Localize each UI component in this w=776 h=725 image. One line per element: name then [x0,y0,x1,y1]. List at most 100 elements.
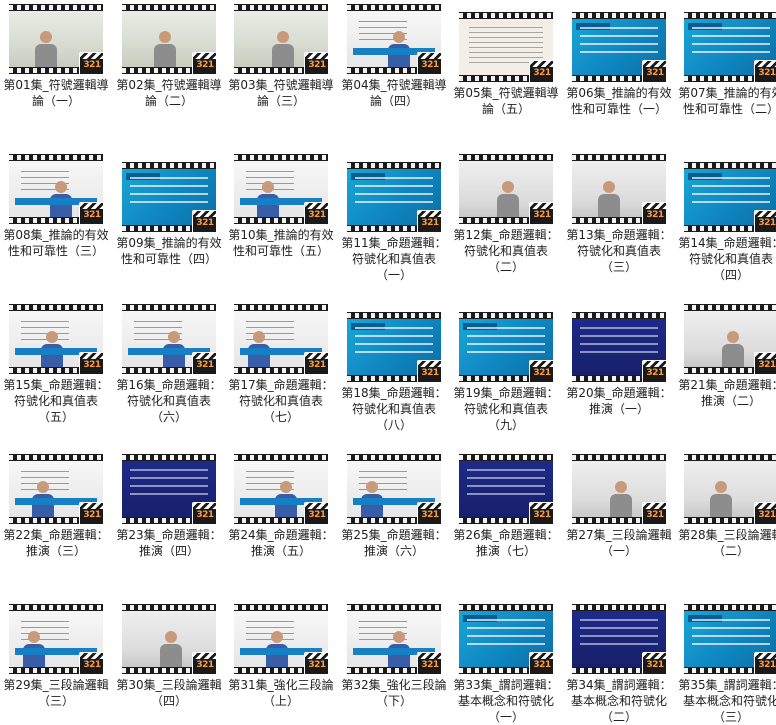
video-item[interactable]: 321 第24集_命題邏輯：推演（五） [226,454,336,559]
video-title[interactable]: 第01集_符號邏輯導論（一） [1,77,111,109]
video-title[interactable]: 第10集_推論的有效性和可靠性（五） [226,227,336,259]
video-title[interactable]: 第21集_命題邏輯：推演（二） [676,377,776,409]
video-item[interactable]: 321 第21集_命題邏輯：推演（二） [676,304,776,409]
video-title[interactable]: 第31集_強化三段論（上） [226,677,336,709]
video-thumbnail[interactable]: 321 [122,304,216,374]
video-thumbnail[interactable]: 321 [459,604,553,674]
video-thumbnail[interactable]: 321 [234,454,328,524]
video-item[interactable]: 321 第13集_命題邏輯：符號化和真值表（三） [564,154,674,275]
video-item[interactable]: 321 第03集_符號邏輯導論（三） [226,4,336,109]
video-thumbnail[interactable]: 321 [459,312,553,382]
video-title[interactable]: 第16集_命題邏輯：符號化和真值表（六） [114,377,224,425]
video-title[interactable]: 第02集_符號邏輯導論（二） [114,77,224,109]
video-thumbnail[interactable]: 321 [9,154,103,224]
video-thumbnail[interactable]: 321 [684,604,776,674]
video-thumbnail[interactable]: 321 [684,454,776,524]
video-item[interactable]: 321 第17集_命題邏輯：符號化和真值表（七） [226,304,336,425]
video-thumbnail[interactable]: 321 [122,604,216,674]
video-title[interactable]: 第32集_強化三段論（下） [339,677,449,709]
video-item[interactable]: 321 第19集_命題邏輯：符號化和真值表（九） [451,312,561,433]
video-title[interactable]: 第06集_推論的有效性和可靠性（一） [564,85,674,117]
video-thumbnail[interactable]: 321 [572,312,666,382]
video-title[interactable]: 第28集_三段論邏輯（二） [676,527,776,559]
video-item[interactable]: 321 第26集_命題邏輯：推演（七） [451,454,561,559]
video-title[interactable]: 第08集_推論的有效性和可靠性（三） [1,227,111,259]
video-item[interactable]: 321 第34集_謂詞邏輯：基本概念和符號化（二） [564,604,674,725]
video-title[interactable]: 第07集_推論的有效性和可靠性（二） [676,85,776,117]
video-thumbnail[interactable]: 321 [459,154,553,224]
video-item[interactable]: 321 第20集_命題邏輯：推演（一） [564,312,674,417]
video-title[interactable]: 第23集_命題邏輯：推演（四） [114,527,224,559]
video-title[interactable]: 第04集_符號邏輯導論（四） [339,77,449,109]
video-item[interactable]: 321 第12集_命題邏輯：符號化和真值表（二） [451,154,561,275]
video-title[interactable]: 第17集_命題邏輯：符號化和真值表（七） [226,377,336,425]
video-title[interactable]: 第14集_命題邏輯：符號化和真值表（四） [676,235,776,283]
video-item[interactable]: 321 第01集_符號邏輯導論（一） [1,4,111,109]
video-title[interactable]: 第24集_命題邏輯：推演（五） [226,527,336,559]
video-thumbnail[interactable]: 321 [347,454,441,524]
video-item[interactable]: 321 第29集_三段論邏輯（三） [1,604,111,709]
video-item[interactable]: 321 第09集_推論的有效性和可靠性（四） [114,162,224,267]
video-title[interactable]: 第11集_命題邏輯：符號化和真值表（一） [339,235,449,283]
video-thumbnail[interactable]: 321 [122,4,216,74]
video-item[interactable]: 321 第28集_三段論邏輯（二） [676,454,776,559]
video-title[interactable]: 第27集_三段論邏輯（一） [564,527,674,559]
video-item[interactable]: 321 第15集_命題邏輯：符號化和真值表（五） [1,304,111,425]
video-title[interactable]: 第05集_符號邏輯導論（五） [451,85,561,117]
video-item[interactable]: 321 第07集_推論的有效性和可靠性（二） [676,12,776,117]
video-item[interactable]: 321 第23集_命題邏輯：推演（四） [114,454,224,559]
video-thumbnail[interactable]: 321 [684,304,776,374]
video-thumbnail[interactable]: 321 [347,312,441,382]
video-item[interactable]: 321 第25集_命題邏輯：推演（六） [339,454,449,559]
video-item[interactable]: 321 第33集_謂詞邏輯：基本概念和符號化（一） [451,604,561,725]
video-title[interactable]: 第03集_符號邏輯導論（三） [226,77,336,109]
video-title[interactable]: 第18集_命題邏輯：符號化和真值表（八） [339,385,449,433]
video-title[interactable]: 第29集_三段論邏輯（三） [1,677,111,709]
video-thumbnail[interactable]: 321 [234,604,328,674]
video-thumbnail[interactable]: 321 [572,154,666,224]
video-title[interactable]: 第34集_謂詞邏輯：基本概念和符號化（二） [564,677,674,725]
video-item[interactable]: 321 第31集_強化三段論（上） [226,604,336,709]
video-thumbnail[interactable]: 321 [459,12,553,82]
video-thumbnail[interactable]: 321 [122,162,216,232]
video-item[interactable]: 321 第10集_推論的有效性和可靠性（五） [226,154,336,259]
video-item[interactable]: 321 第08集_推論的有效性和可靠性（三） [1,154,111,259]
video-title[interactable]: 第33集_謂詞邏輯：基本概念和符號化（一） [451,677,561,725]
video-thumbnail[interactable]: 321 [9,304,103,374]
video-thumbnail[interactable]: 321 [9,454,103,524]
video-item[interactable]: 321 第06集_推論的有效性和可靠性（一） [564,12,674,117]
video-title[interactable]: 第30集_三段論邏輯（四） [114,677,224,709]
video-title[interactable]: 第15集_命題邏輯：符號化和真值表（五） [1,377,111,425]
video-item[interactable]: 321 第14集_命題邏輯：符號化和真值表（四） [676,162,776,283]
video-thumbnail[interactable]: 321 [347,4,441,74]
video-title[interactable]: 第09集_推論的有效性和可靠性（四） [114,235,224,267]
video-title[interactable]: 第26集_命題邏輯：推演（七） [451,527,561,559]
video-thumbnail[interactable]: 321 [459,454,553,524]
video-thumbnail[interactable]: 321 [684,162,776,232]
video-title[interactable]: 第19集_命題邏輯：符號化和真值表（九） [451,385,561,433]
video-title[interactable]: 第22集_命題邏輯：推演（三） [1,527,111,559]
video-thumbnail[interactable]: 321 [347,162,441,232]
video-thumbnail[interactable]: 321 [234,4,328,74]
video-title[interactable]: 第20集_命題邏輯：推演（一） [564,385,674,417]
video-item[interactable]: 321 第30集_三段論邏輯（四） [114,604,224,709]
video-item[interactable]: 321 第35集_謂詞邏輯：基本概念和符號化（三） [676,604,776,725]
video-title[interactable]: 第12集_命題邏輯：符號化和真值表（二） [451,227,561,275]
video-item[interactable]: 321 第22集_命題邏輯：推演（三） [1,454,111,559]
video-thumbnail[interactable]: 321 [9,604,103,674]
video-thumbnail[interactable]: 321 [347,604,441,674]
video-item[interactable]: 321 第32集_強化三段論（下） [339,604,449,709]
video-item[interactable]: 321 第27集_三段論邏輯（一） [564,454,674,559]
video-title[interactable]: 第25集_命題邏輯：推演（六） [339,527,449,559]
video-thumbnail[interactable]: 321 [9,4,103,74]
video-item[interactable]: 321 第11集_命題邏輯：符號化和真值表（一） [339,162,449,283]
video-thumbnail[interactable]: 321 [234,304,328,374]
video-thumbnail[interactable]: 321 [572,12,666,82]
video-thumbnail[interactable]: 321 [122,454,216,524]
video-item[interactable]: 321 第02集_符號邏輯導論（二） [114,4,224,109]
video-item[interactable]: 321 第16集_命題邏輯：符號化和真值表（六） [114,304,224,425]
video-thumbnail[interactable]: 321 [572,454,666,524]
video-title[interactable]: 第13集_命題邏輯：符號化和真值表（三） [564,227,674,275]
video-item[interactable]: 321 第05集_符號邏輯導論（五） [451,12,561,117]
video-thumbnail[interactable]: 321 [684,12,776,82]
